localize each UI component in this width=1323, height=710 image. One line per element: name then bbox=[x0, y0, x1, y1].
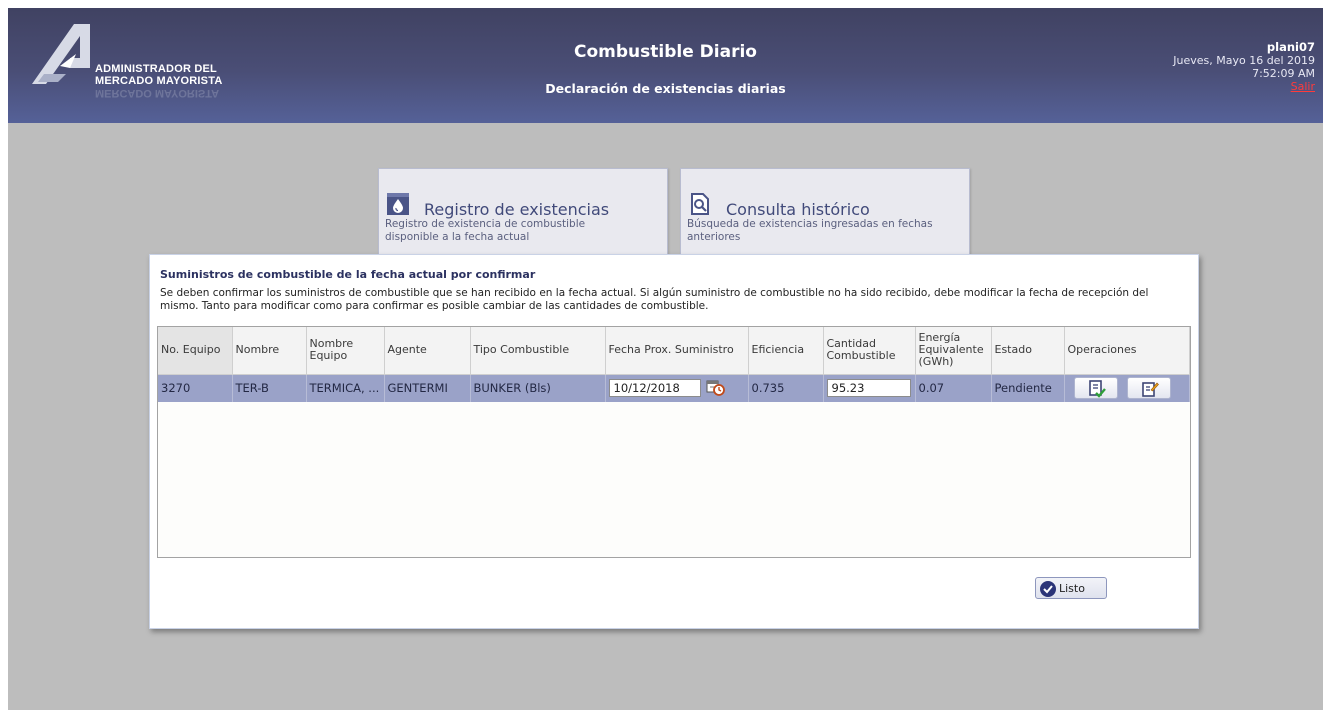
done-button-label: Listo bbox=[1059, 582, 1085, 595]
col-fecha-prox-suministro[interactable]: Fecha Prox. Suministro bbox=[605, 327, 749, 375]
quantity-field[interactable]: 95.23 bbox=[826, 379, 911, 398]
date-field[interactable]: 10/12/2018 bbox=[608, 379, 701, 398]
card-consulta-historico[interactable]: Consulta histórico Búsqueda de existenci… bbox=[680, 168, 970, 261]
cell-tipo-combustible: BUNKER (Bls) bbox=[470, 374, 606, 402]
cell-eficiencia: 0.735 bbox=[748, 374, 824, 402]
logo-line-1: ADMINISTRADOR DEL bbox=[95, 63, 217, 75]
col-agente[interactable]: Agente bbox=[384, 327, 471, 375]
card-registro-existencias[interactable]: Registro de existencias Registro de exis… bbox=[378, 168, 668, 261]
card-description: Registro de existencia de combustible di… bbox=[385, 218, 585, 244]
header: ADMINISTRADOR DEL MERCADO MAYORISTA MERC… bbox=[8, 8, 1323, 123]
cell-agente: GENTERMI bbox=[384, 374, 471, 402]
supplies-grid: No. Equipo Nombre Nombre Equipo Agente T… bbox=[157, 326, 1191, 558]
calendar-clock-icon[interactable] bbox=[706, 379, 726, 397]
col-nombre[interactable]: Nombre bbox=[232, 327, 307, 375]
confirm-supply-button[interactable] bbox=[1073, 377, 1118, 400]
cell-no-equipo: 3270 bbox=[158, 374, 233, 402]
page-subtitle: Declaración de existencias diarias bbox=[545, 81, 786, 96]
col-tipo-combustible[interactable]: Tipo Combustible bbox=[470, 327, 606, 375]
cell-estado: Pendiente bbox=[991, 374, 1065, 402]
col-eficiencia[interactable]: Eficiencia bbox=[748, 327, 824, 375]
col-nombre-equipo[interactable]: Nombre Equipo bbox=[306, 327, 385, 375]
cell-energia: 0.07 bbox=[915, 374, 992, 402]
card-desc-line-2: anteriores bbox=[687, 231, 741, 243]
col-cantidad-combustible[interactable]: Cantidad Combustible bbox=[823, 327, 916, 375]
modify-supply-button[interactable] bbox=[1127, 377, 1172, 400]
card-title: Consulta histórico bbox=[726, 200, 870, 219]
cell-nombre-equipo: TERMICA, ... bbox=[306, 374, 385, 402]
grid-header-row: No. Equipo Nombre Nombre Equipo Agente T… bbox=[158, 327, 1190, 375]
col-operaciones[interactable]: Operaciones bbox=[1064, 327, 1190, 375]
page-title: Combustible Diario bbox=[574, 42, 757, 62]
document-edit-icon bbox=[1142, 382, 1160, 398]
current-date: Jueves, Mayo 16 del 2019 bbox=[1173, 54, 1315, 67]
card-desc-line-1: Búsqueda de existencias ingresadas en fe… bbox=[687, 218, 933, 230]
card-title: Registro de existencias bbox=[424, 200, 610, 219]
col-energia-equivalente[interactable]: Energía Equivalente (GWh) bbox=[915, 327, 992, 375]
col-no-equipo[interactable]: No. Equipo bbox=[158, 327, 233, 375]
document-check-icon bbox=[1088, 380, 1106, 399]
done-button[interactable]: Listo bbox=[1035, 577, 1107, 599]
table-row[interactable]: 3270 TER-B TERMICA, ... GENTERMI BUNKER … bbox=[158, 374, 1190, 402]
col-estado[interactable]: Estado bbox=[991, 327, 1065, 375]
card-description: Búsqueda de existencias ingresadas en fe… bbox=[687, 218, 933, 244]
check-circle-icon bbox=[1040, 581, 1056, 597]
card-desc-line-2: disponible a la fecha actual bbox=[385, 231, 530, 243]
username: plani07 bbox=[1266, 40, 1315, 54]
cell-operaciones bbox=[1064, 374, 1190, 402]
cell-fecha: 10/12/2018 bbox=[605, 374, 749, 402]
user-info: plani07 Jueves, Mayo 16 del 2019 7:52:09… bbox=[1173, 40, 1315, 94]
logout-link[interactable]: Salir bbox=[1173, 80, 1315, 93]
document-search-icon bbox=[691, 193, 709, 215]
cell-cantidad: 95.23 bbox=[823, 374, 916, 402]
fuel-drop-icon bbox=[387, 193, 409, 215]
cell-nombre: TER-B bbox=[232, 374, 307, 402]
page: ADMINISTRADOR DEL MERCADO MAYORISTA MERC… bbox=[8, 8, 1323, 710]
dialog-message: Se deben confirmar los suministros de co… bbox=[160, 287, 1149, 312]
card-desc-line-1: Registro de existencia de combustible bbox=[385, 218, 586, 230]
dialog-title: Suministros de combustible de la fecha a… bbox=[160, 268, 536, 281]
current-time: 7:52:09 AM bbox=[1252, 67, 1315, 80]
confirm-supplies-dialog: Suministros de combustible de la fecha a… bbox=[149, 254, 1199, 629]
